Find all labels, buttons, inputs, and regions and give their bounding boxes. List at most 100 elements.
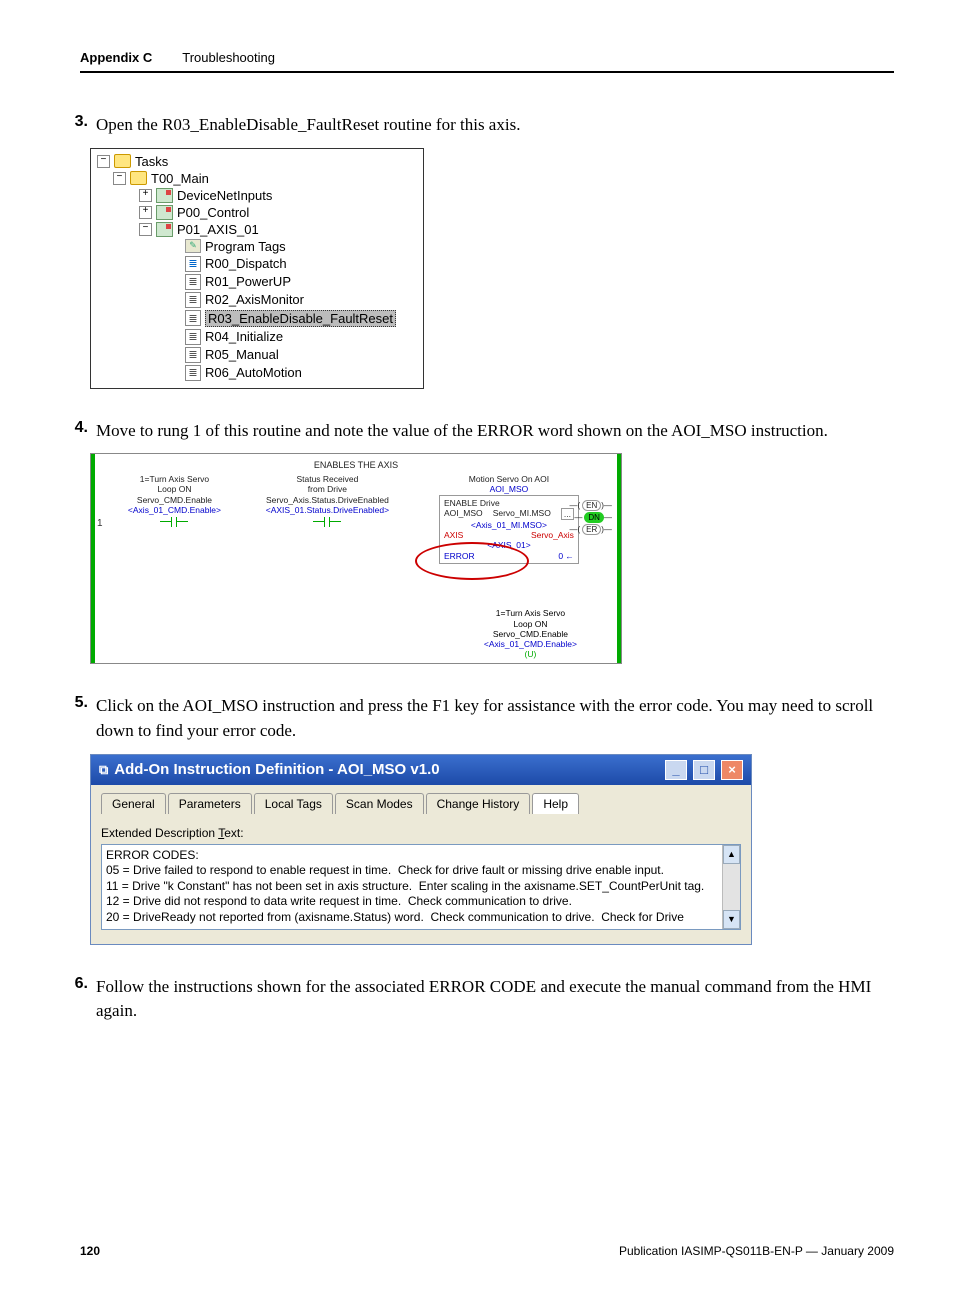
minimize-button[interactable]: _: [665, 760, 687, 780]
tree-p01[interactable]: − P01_AXIS_01: [139, 221, 417, 238]
tab-change-history[interactable]: Change History: [426, 793, 531, 814]
tree-r04[interactable]: R04_Initialize: [185, 328, 417, 346]
tree-program-tags[interactable]: Program Tags: [185, 238, 417, 255]
description-text[interactable]: ERROR CODES: 05 = Drive failed to respon…: [102, 845, 722, 929]
step-number: 4.: [60, 419, 96, 444]
rung-number: 1: [97, 518, 103, 529]
window-title: Add-On Instruction Definition - AOI_MSO …: [114, 761, 439, 778]
routine-icon: [185, 292, 201, 308]
tree-label: DeviceNetInputs: [177, 188, 272, 203]
xic-contact-icon: [171, 517, 177, 527]
window-titlebar: ⧉ Add-On Instruction Definition - AOI_MS…: [91, 755, 751, 785]
page-header: Appendix C Troubleshooting: [80, 50, 894, 73]
publication-info: Publication IASIMP-QS011B-EN-P — January…: [619, 1244, 894, 1258]
step-text: Move to rung 1 of this routine and note …: [96, 419, 894, 444]
tree-r06[interactable]: R06_AutoMotion: [185, 364, 417, 382]
tab-general[interactable]: General: [101, 793, 166, 814]
window-body: General Parameters Local Tags Scan Modes…: [91, 785, 751, 944]
tree-label: P01_AXIS_01: [177, 222, 259, 237]
output-unlatch: 1=Turn Axis Servo Loop ON Servo_CMD.Enab…: [484, 608, 577, 659]
program-icon: [156, 188, 173, 203]
tree-label: R02_AxisMonitor: [205, 292, 304, 307]
contact-2: Status Received from Drive Servo_Axis.St…: [256, 474, 399, 564]
tree-label-selected: R03_EnableDisable_FaultReset: [205, 310, 396, 327]
tree-devicenet[interactable]: + DeviceNetInputs: [139, 187, 417, 204]
tags-icon: [185, 239, 201, 253]
description-textbox[interactable]: ERROR CODES: 05 = Drive failed to respon…: [101, 844, 741, 930]
collapse-icon[interactable]: −: [139, 223, 152, 236]
page-number: 120: [80, 1244, 100, 1258]
ladder-rung: 1 ENABLES THE AXIS 1=Turn Axis Servo Loo…: [90, 453, 622, 664]
appendix-label: Appendix C: [80, 50, 152, 65]
close-button[interactable]: ×: [721, 760, 743, 780]
program-icon: [156, 222, 173, 237]
description-label: Extended Description Text:: [101, 826, 741, 840]
tree-label: P00_Control: [177, 205, 249, 220]
tree-r05[interactable]: R05_Manual: [185, 346, 417, 364]
tab-parameters[interactable]: Parameters: [168, 793, 252, 814]
step-3: 3. Open the R03_EnableDisable_FaultReset…: [60, 113, 894, 138]
expand-icon[interactable]: +: [139, 206, 152, 219]
tree-label: R05_Manual: [205, 347, 279, 362]
dialog-figure: ⧉ Add-On Instruction Definition - AOI_MS…: [90, 754, 894, 945]
xic-contact-icon: [324, 517, 330, 527]
maximize-button[interactable]: □: [693, 760, 715, 780]
tab-help[interactable]: Help: [532, 793, 579, 814]
tab-scan-modes[interactable]: Scan Modes: [335, 793, 424, 814]
program-icon: [156, 205, 173, 220]
section-title: Troubleshooting: [182, 50, 275, 65]
routine-icon: [185, 365, 201, 381]
step-number: 5.: [60, 694, 96, 743]
tree-p00[interactable]: + P00_Control: [139, 204, 417, 221]
aoi-definition-window: ⧉ Add-On Instruction Definition - AOI_MS…: [90, 754, 752, 945]
routine-icon: [185, 347, 201, 363]
step-text: Follow the instructions shown for the as…: [96, 975, 894, 1024]
tree-label: Program Tags: [205, 239, 286, 254]
tree-label: R06_AutoMotion: [205, 365, 302, 380]
routine-icon: [185, 274, 201, 290]
page-footer: 120 Publication IASIMP-QS011B-EN-P — Jan…: [80, 1244, 894, 1258]
step-number: 6.: [60, 975, 96, 1024]
tree-r00[interactable]: R00_Dispatch: [185, 255, 417, 273]
step-5: 5. Click on the AOI_MSO instruction and …: [60, 694, 894, 743]
scroll-track[interactable]: [723, 864, 740, 910]
tree-label: T00_Main: [151, 171, 209, 186]
task-tree: − Tasks − T00_Main + DeviceNetInputs + P…: [90, 148, 424, 389]
collapse-icon[interactable]: −: [113, 172, 126, 185]
tab-strip: General Parameters Local Tags Scan Modes…: [101, 793, 741, 814]
tree-r02[interactable]: R02_AxisMonitor: [185, 291, 417, 309]
tree-r03[interactable]: R03_EnableDisable_FaultReset: [185, 309, 417, 328]
routine-icon: [185, 310, 201, 326]
scroll-down-icon[interactable]: ▼: [723, 910, 740, 929]
step-text: Open the R03_EnableDisable_FaultReset ro…: [96, 113, 894, 138]
rung-title: ENABLES THE AXIS: [103, 460, 609, 470]
task-icon: [130, 171, 147, 185]
step-number: 3.: [60, 113, 96, 138]
tree-tasks[interactable]: − Tasks: [97, 153, 417, 170]
tab-local-tags[interactable]: Local Tags: [254, 793, 333, 814]
tree-label: R04_Initialize: [205, 329, 283, 344]
app-icon: ⧉: [99, 762, 108, 778]
rung-figure: 1 ENABLES THE AXIS 1=Turn Axis Servo Loo…: [90, 453, 894, 664]
step-6: 6. Follow the instructions shown for the…: [60, 975, 894, 1024]
pin-er: —(ER)—: [569, 524, 611, 536]
scroll-up-icon[interactable]: ▲: [723, 845, 740, 864]
expand-icon[interactable]: +: [139, 189, 152, 202]
error-highlight-circle: [415, 542, 529, 580]
folder-icon: [114, 154, 131, 168]
tree-figure: − Tasks − T00_Main + DeviceNetInputs + P…: [90, 148, 894, 389]
vertical-scrollbar[interactable]: ▲ ▼: [722, 845, 740, 929]
pin-dn: —DN—: [574, 512, 612, 524]
tree-t00[interactable]: − T00_Main: [113, 170, 417, 187]
pin-en: —(EN)—: [569, 500, 611, 512]
tree-r01[interactable]: R01_PowerUP: [185, 273, 417, 291]
contact-1: 1=Turn Axis Servo Loop ON Servo_CMD.Enab…: [103, 474, 246, 564]
tree-label: R01_PowerUP: [205, 274, 291, 289]
collapse-icon[interactable]: −: [97, 155, 110, 168]
tree-label: R00_Dispatch: [205, 256, 287, 271]
step-text: Click on the AOI_MSO instruction and pre…: [96, 694, 894, 743]
routine-icon: [185, 256, 201, 272]
routine-icon: [185, 329, 201, 345]
step-4: 4. Move to rung 1 of this routine and no…: [60, 419, 894, 444]
tree-label: Tasks: [135, 154, 168, 169]
